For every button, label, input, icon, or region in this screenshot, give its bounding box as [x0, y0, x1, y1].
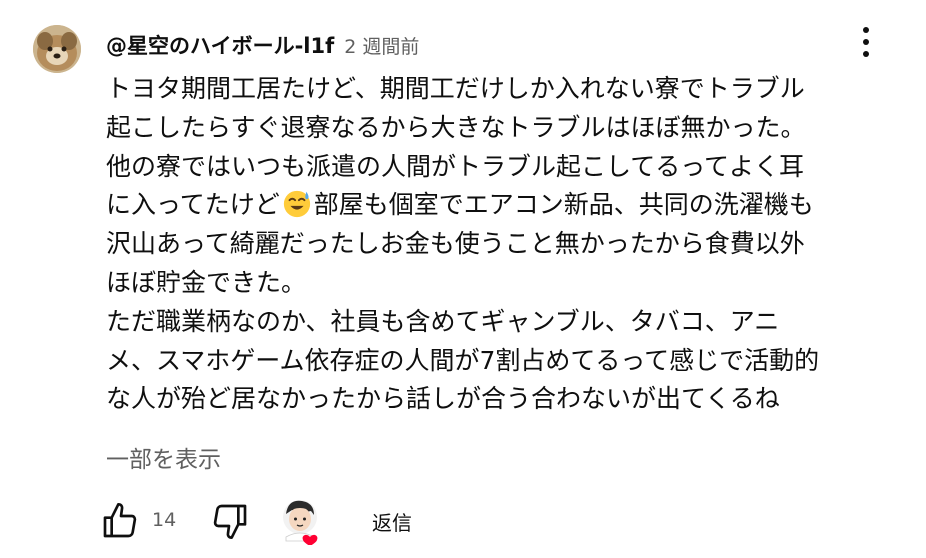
reply-button[interactable]: 返信 [372, 507, 412, 536]
kebab-dot [863, 51, 869, 57]
comment-line-with-emoji: に入ってたけど 部屋も個室でエアコン新品、共同の洗濯機も [106, 186, 906, 225]
thumbs-down-icon [213, 504, 247, 539]
comment-line: ほぼ貯金できた。 [106, 267, 307, 297]
comment-header: @星空のハイボール-l1f 2 週間前 [106, 30, 419, 60]
like-count: 14 [152, 509, 177, 531]
comment-line: トヨタ期間工居たけど、期間工だけしか入れない寮でトラブル [106, 74, 805, 103]
author-name[interactable]: @星空のハイボール-l1f [106, 30, 334, 60]
comment-line: 起こしたらすぐ退寮なるから大きなトラブルはほぼ無かった。 [106, 112, 806, 142]
comment-line: 他の寮ではいつも派遣の人間がトラブル起こしてるってよく耳 [106, 151, 805, 181]
comment-line: ただ職業柄なのか、社員も含めてギャンブル、タバコ、アニ [106, 306, 780, 336]
like-button[interactable] [100, 501, 140, 541]
kebab-menu-icon[interactable] [852, 22, 880, 62]
comment-line: な人が殆ど居なかったから話しが合う合わないが出てくるね [106, 384, 780, 414]
author-avatar[interactable] [33, 25, 81, 73]
comment-line: 沢山あって綺麗だったしお金も使うこと無かったから食費以外 [106, 229, 805, 259]
comment-line-suffix: 部屋も個室でエアコン新品、共同の洗濯機も [313, 190, 814, 220]
thumbs-up-icon [103, 503, 137, 538]
comment-timestamp[interactable]: 2 週間前 [344, 32, 419, 59]
kebab-dot [863, 39, 869, 45]
kebab-dot [863, 27, 869, 33]
show-more-link[interactable]: 一部を表示 [106, 440, 221, 474]
dog-avatar-icon [33, 25, 81, 73]
creator-heart-badge [280, 497, 324, 546]
creator-heart-icon [283, 500, 318, 546]
comment-actions: 14 返信 [100, 497, 500, 546]
dislike-button[interactable] [210, 501, 250, 541]
comment-text: トヨタ期間工居たけど、期間工だけしか入れない寮でトラブル 起こしたらすぐ退寮なる… [106, 70, 906, 419]
comment-line-prefix: に入ってたけど [106, 190, 280, 220]
sweat-smile-emoji-icon [283, 191, 310, 218]
comment-line: メ、スマホゲーム依存症の人間が7割占めてるって感じで活動的 [106, 345, 820, 375]
